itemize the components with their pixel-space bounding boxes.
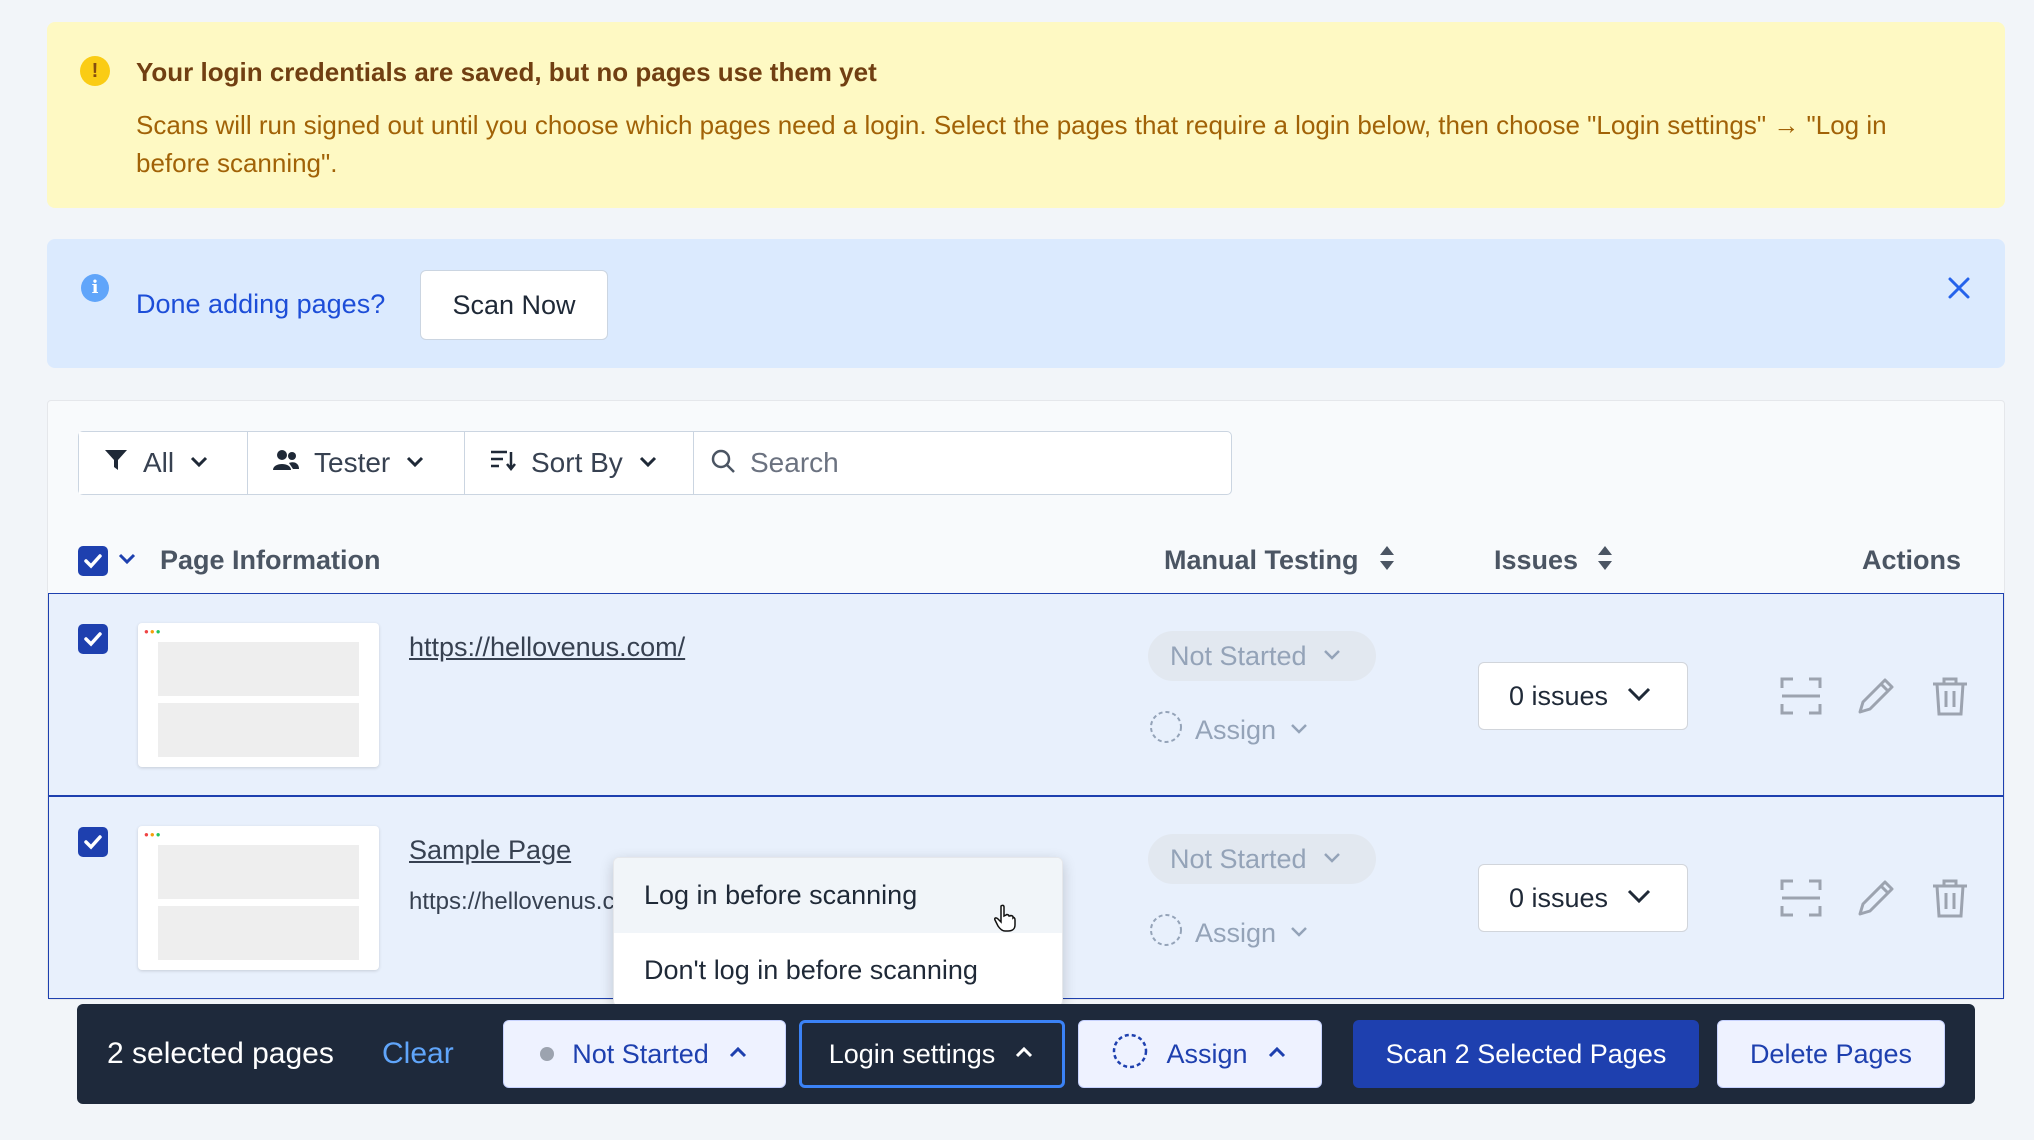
chevron-down-icon bbox=[1626, 883, 1652, 914]
sort-arrows-icon[interactable] bbox=[1596, 544, 1614, 572]
login-settings-label: Login settings bbox=[828, 1038, 996, 1069]
assignee-placeholder-icon bbox=[1149, 913, 1183, 954]
status-label: Not Started bbox=[1170, 843, 1307, 874]
assignee-placeholder-icon bbox=[1149, 710, 1183, 751]
close-icon[interactable] bbox=[1941, 270, 1977, 306]
chevron-up-icon bbox=[727, 1039, 749, 1070]
sort-dropdown[interactable]: Sort By bbox=[465, 432, 694, 494]
filter-toolbar: All Tester Sort By bbox=[78, 431, 1232, 495]
header-page-information: Page Information bbox=[160, 545, 381, 575]
filter-label: All bbox=[143, 447, 175, 478]
page-thumbnail: ●●● bbox=[138, 826, 379, 970]
done-adding-text: Done adding pages? bbox=[136, 289, 386, 319]
assign-dropdown[interactable]: Assign bbox=[1149, 710, 1310, 751]
filter-dropdown[interactable]: All bbox=[79, 432, 248, 494]
issues-dropdown[interactable]: 0 issues bbox=[1478, 662, 1688, 730]
chevron-down-icon bbox=[1321, 641, 1343, 672]
trash-icon[interactable] bbox=[1928, 876, 1972, 920]
scan-icon[interactable] bbox=[1779, 674, 1823, 718]
status-dropdown[interactable]: Not Started bbox=[1148, 834, 1376, 884]
trash-icon[interactable] bbox=[1928, 674, 1972, 718]
page-title-link[interactable]: Sample Page bbox=[409, 833, 571, 867]
search-input[interactable] bbox=[750, 447, 1215, 479]
row-checkbox[interactable] bbox=[78, 827, 108, 857]
scan-now-button[interactable]: Scan Now bbox=[420, 270, 608, 340]
warning-title: Your login credentials are saved, but no… bbox=[136, 57, 877, 87]
header-manual-testing[interactable]: Manual Testing bbox=[1164, 543, 1359, 577]
search-box bbox=[694, 432, 1231, 494]
status-label: Not Started bbox=[1170, 640, 1307, 671]
sort-label: Sort By bbox=[531, 447, 623, 478]
assignee-placeholder-icon bbox=[1112, 1033, 1148, 1076]
delete-pages-button[interactable]: Delete Pages bbox=[1717, 1020, 1945, 1088]
tester-dropdown[interactable]: Tester bbox=[248, 432, 465, 494]
sort-arrows-icon[interactable] bbox=[1378, 544, 1396, 572]
chevron-down-icon bbox=[188, 447, 210, 479]
status-dropdown[interactable]: Not Started bbox=[1148, 631, 1376, 681]
funnel-icon bbox=[103, 447, 129, 480]
search-icon bbox=[710, 448, 736, 479]
chevron-down-icon bbox=[1288, 918, 1310, 949]
page-url: https://hellovenus.c bbox=[409, 888, 615, 915]
bulk-status-label: Not Started bbox=[572, 1038, 709, 1069]
edit-icon[interactable] bbox=[1854, 876, 1898, 920]
chevron-up-icon bbox=[1013, 1039, 1035, 1070]
chevron-down-icon bbox=[637, 447, 659, 479]
row-checkbox[interactable] bbox=[78, 624, 108, 654]
warning-body: Scans will run signed out until you choo… bbox=[136, 110, 1887, 178]
bulk-assign-label: Assign bbox=[1166, 1038, 1248, 1069]
warning-icon: ! bbox=[80, 56, 110, 86]
bulk-assign-button[interactable]: Assign bbox=[1078, 1020, 1322, 1088]
header-issues[interactable]: Issues bbox=[1494, 543, 1578, 577]
assign-label: Assign bbox=[1195, 918, 1277, 948]
select-options-chevron-icon[interactable] bbox=[116, 548, 138, 570]
tester-label: Tester bbox=[314, 447, 391, 478]
page-title-link[interactable]: https://hellovenus.com/ bbox=[409, 630, 685, 664]
assign-dropdown[interactable]: Assign bbox=[1149, 913, 1310, 954]
chevron-down-icon bbox=[1626, 681, 1652, 712]
issues-count: 0 issues bbox=[1509, 680, 1609, 711]
chevron-down-icon bbox=[404, 447, 426, 479]
clear-selection-link[interactable]: Clear bbox=[382, 1036, 454, 1072]
chevron-up-icon bbox=[1266, 1039, 1288, 1070]
header-actions: Actions bbox=[1862, 545, 1962, 575]
chevron-down-icon bbox=[1288, 715, 1310, 746]
hand-pointer-icon bbox=[994, 904, 1016, 932]
select-all-checkbox[interactable] bbox=[78, 546, 108, 576]
login-settings-button[interactable]: Login settings bbox=[799, 1020, 1065, 1088]
selected-count: 2 selected pages bbox=[107, 1037, 334, 1070]
sort-icon bbox=[489, 447, 517, 479]
page-thumbnail: ●●● bbox=[138, 623, 379, 767]
scan-selected-pages-button[interactable]: Scan 2 Selected Pages bbox=[1353, 1020, 1699, 1088]
assign-label: Assign bbox=[1195, 715, 1277, 745]
status-dot-icon bbox=[540, 1047, 555, 1061]
edit-icon[interactable] bbox=[1854, 674, 1898, 718]
users-icon bbox=[272, 447, 300, 479]
menu-item-dont-log-in-before-scanning[interactable]: Don't log in before scanning bbox=[614, 933, 1062, 1006]
info-icon: i bbox=[81, 274, 109, 302]
issues-dropdown[interactable]: 0 issues bbox=[1478, 864, 1688, 932]
bulk-status-button[interactable]: Not Started bbox=[503, 1020, 786, 1088]
chevron-down-icon bbox=[1321, 844, 1343, 875]
issues-count: 0 issues bbox=[1509, 882, 1609, 913]
scan-icon[interactable] bbox=[1779, 876, 1823, 920]
